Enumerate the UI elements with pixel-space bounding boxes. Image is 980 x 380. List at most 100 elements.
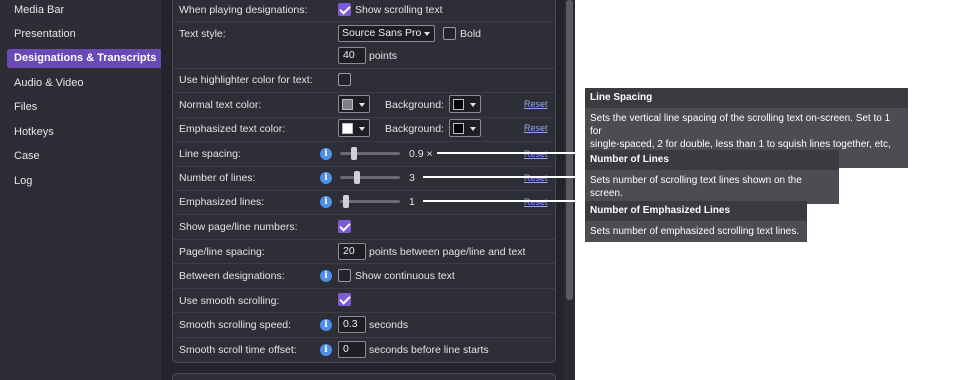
emphasized-lines-slider-handle[interactable] (342, 195, 349, 208)
sidebar: Media Bar Presentation Designations & Tr… (0, 0, 164, 380)
sidebar-item-case[interactable]: Case (7, 147, 47, 166)
tooltip-emphasized-lines: Number of Emphasized Lines Sets number o… (585, 201, 807, 242)
chevron-down-icon (359, 103, 365, 107)
normal-color-swatch (342, 99, 353, 110)
font-size-input[interactable]: 40 (338, 47, 366, 64)
emphasized-background-label: Background: (385, 123, 444, 135)
page-line-numbers-checkbox[interactable] (338, 220, 351, 233)
row-divider (173, 21, 555, 22)
info-icon[interactable]: i (320, 196, 332, 208)
page-line-numbers-label: Show page/line numbers: (179, 221, 298, 233)
smooth-offset-suffix: seconds before line starts (369, 344, 489, 356)
row-divider (173, 68, 555, 69)
emphasized-lines-reset-link[interactable]: Reset (524, 196, 548, 208)
number-of-lines-label: Number of lines: (179, 172, 256, 184)
emphasized-background-swatch (453, 123, 464, 134)
font-select[interactable]: Source Sans Pro (338, 25, 435, 42)
bold-checkbox[interactable] (443, 27, 456, 40)
line-spacing-reset-link[interactable]: Reset (524, 148, 548, 160)
tooltip-body: Sets number of emphasized scrolling text… (590, 226, 799, 237)
emphasized-lines-label: Emphasized lines: (179, 196, 265, 208)
tooltip-body: Sets number of scrolling text lines show… (590, 175, 802, 199)
row-divider (173, 288, 555, 289)
callout-line (423, 176, 585, 178)
line-spacing-slider[interactable] (340, 152, 400, 155)
number-of-lines-slider-handle[interactable] (353, 171, 360, 184)
sidebar-item-log[interactable]: Log (7, 172, 39, 191)
sidebar-item-files[interactable]: Files (7, 98, 44, 117)
font-size-unit: points (369, 50, 398, 62)
line-spacing-value: 0.9 × (409, 148, 433, 160)
emphasized-lines-value: 1 (409, 196, 415, 208)
emphasized-text-color-picker[interactable] (338, 119, 370, 137)
number-of-lines-reset-link[interactable]: Reset (524, 172, 548, 184)
chevron-down-icon (424, 32, 430, 36)
line-spacing-slider-handle[interactable] (350, 147, 357, 160)
row-divider (173, 214, 555, 215)
smooth-scrolling-checkbox[interactable] (338, 293, 351, 306)
font-select-value: Source Sans Pro (342, 27, 422, 39)
next-settings-panel (172, 373, 556, 380)
show-scrolling-text-label: Show scrolling text (355, 4, 443, 16)
bold-label: Bold (460, 28, 482, 40)
show-scrolling-text-checkbox[interactable] (338, 3, 351, 16)
info-icon[interactable]: i (320, 148, 332, 160)
tooltip-body-line: Sets the vertical line spacing of the sc… (590, 113, 891, 137)
number-of-lines-value: 3 (409, 172, 415, 184)
page-line-spacing-label: Page/line spacing: (179, 246, 265, 258)
sidebar-item-designations-transcripts[interactable]: Designations & Transcripts (7, 49, 164, 68)
line-spacing-label: Line spacing: (179, 148, 241, 160)
between-designations-label: Between designations: (179, 270, 285, 282)
tooltip-title: Number of Emphasized Lines (585, 201, 807, 221)
normal-background-swatch (453, 99, 464, 110)
row-divider (173, 337, 555, 338)
page-line-spacing-input[interactable]: 20 (338, 243, 366, 260)
smooth-scrolling-label: Use smooth scrolling: (179, 295, 280, 307)
sidebar-item-audio-video[interactable]: Audio & Video (7, 74, 91, 93)
row-divider (173, 312, 555, 313)
row-divider (173, 141, 555, 142)
app-window: Media Bar Presentation Designations & Tr… (0, 0, 980, 380)
emphasized-color-reset-link[interactable]: Reset (524, 122, 548, 134)
row-divider (173, 166, 555, 167)
row-divider (173, 92, 555, 93)
smooth-offset-label: Smooth scroll time offset: (179, 344, 297, 356)
highlighter-checkbox[interactable] (338, 73, 351, 86)
callout-line (437, 152, 585, 154)
emphasized-color-swatch (342, 123, 353, 134)
highlighter-label: Use highlighter color for text: (179, 74, 313, 86)
smooth-offset-input[interactable]: 0 (338, 341, 366, 358)
normal-color-reset-link[interactable]: Reset (524, 98, 548, 110)
emphasized-background-color-picker[interactable] (449, 119, 481, 137)
normal-background-label: Background: (385, 99, 444, 111)
normal-background-color-picker[interactable] (449, 95, 481, 113)
info-icon[interactable]: i (320, 344, 332, 356)
row-divider (173, 190, 555, 191)
sidebar-item-hotkeys[interactable]: Hotkeys (7, 123, 61, 142)
show-continuous-text-checkbox[interactable] (338, 269, 351, 282)
text-style-label: Text style: (179, 28, 226, 40)
chevron-down-icon (470, 103, 476, 107)
smooth-speed-label: Smooth scrolling speed: (179, 319, 292, 331)
sidebar-item-presentation[interactable]: Presentation (7, 25, 83, 44)
normal-text-color-picker[interactable] (338, 95, 370, 113)
normal-text-color-label: Normal text color: (179, 99, 262, 111)
smooth-speed-input[interactable]: 0.3 (338, 316, 366, 333)
show-continuous-text-label: Show continuous text (355, 270, 455, 282)
info-icon[interactable]: i (320, 270, 332, 282)
callout-line (423, 200, 585, 202)
when-playing-label: When playing designations: (179, 4, 308, 16)
emphasized-text-color-label: Emphasized text color: (179, 123, 286, 135)
page-line-spacing-suffix: points between page/line and text (369, 246, 526, 258)
number-of-lines-slider[interactable] (340, 176, 400, 179)
row-divider (173, 263, 555, 264)
row-divider (173, 117, 555, 118)
scrollbar-thumb[interactable] (566, 0, 573, 300)
sidebar-item-media-bar[interactable]: Media Bar (7, 1, 71, 20)
info-icon[interactable]: i (320, 172, 332, 184)
row-divider (173, 239, 555, 240)
chevron-down-icon (359, 127, 365, 131)
emphasized-lines-slider[interactable] (340, 200, 400, 203)
tooltip-title: Number of Lines (585, 150, 839, 170)
info-icon[interactable]: i (320, 319, 332, 331)
